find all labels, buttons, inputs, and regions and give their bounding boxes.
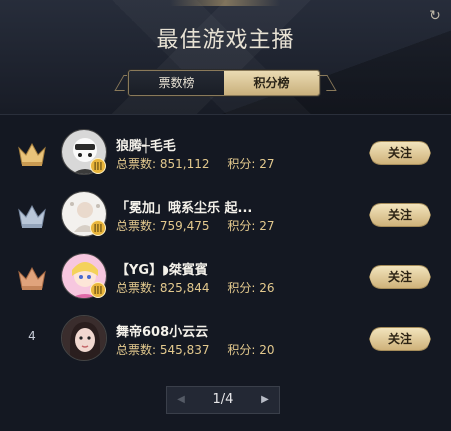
points-value: 26: [259, 281, 275, 295]
live-icon: |||: [90, 282, 106, 298]
header-background: [0, 0, 451, 114]
live-icon: |||: [90, 220, 106, 236]
tab-votes[interactable]: 票数榜: [129, 71, 224, 95]
stats-line: 总票数: 545,837 积分: 20: [116, 341, 274, 358]
points-label: 积分:: [227, 157, 256, 171]
page-title: 最佳游戏主播: [156, 28, 295, 53]
refresh-icon[interactable]: ↻: [427, 8, 443, 24]
ranking-list: ||| 狼腾┽毛毛 总票数: 851,112 积分: 27 关注 ||| 「冕加…: [0, 124, 451, 372]
total-votes-label: 总票数:: [116, 157, 157, 171]
points-value: 27: [259, 219, 275, 233]
live-icon: |||: [90, 158, 106, 174]
stats-line: 总票数: 825,844 积分: 26: [116, 279, 274, 296]
follow-button[interactable]: 关注: [369, 203, 431, 227]
streamer-name[interactable]: 舞帝608小云云: [116, 321, 346, 340]
list-item: ||| 狼腾┽毛毛 总票数: 851,112 积分: 27 关注: [0, 124, 451, 186]
gold-crown-icon: [16, 140, 48, 168]
points-label: 积分:: [227, 219, 256, 233]
total-votes-value: 759,475: [159, 219, 210, 233]
chevron-right-icon[interactable]: ▶: [251, 387, 279, 413]
follow-button[interactable]: 关注: [369, 141, 431, 165]
list-item: ||| 「冕加」哦系尘乐 起... 总票数: 759,475 积分: 27 关注: [0, 186, 451, 248]
total-votes-label: 总票数:: [116, 281, 157, 295]
follow-button[interactable]: 关注: [369, 327, 431, 351]
stats-line: 总票数: 851,112 积分: 27: [116, 155, 274, 172]
list-item: 4 舞帝608小云云 总票数: 545,837 积分: 20 关注: [0, 310, 451, 372]
avatar[interactable]: [61, 315, 107, 361]
page-indicator: 1/4: [212, 392, 234, 407]
pagination: ◀ 1/4 ▶: [166, 386, 280, 414]
points-value: 20: [259, 343, 275, 357]
points-label: 积分:: [227, 343, 256, 357]
chevron-left-icon[interactable]: ◀: [167, 387, 195, 413]
follow-button[interactable]: 关注: [369, 265, 431, 289]
list-item: ||| 【YG】◗桀賓賓 总票数: 825,844 积分: 26 关注: [0, 248, 451, 310]
streamer-name[interactable]: 【YG】◗桀賓賓: [116, 259, 346, 278]
stats-line: 总票数: 759,475 积分: 27: [116, 217, 274, 234]
rank-number: 4: [28, 329, 36, 343]
total-votes-label: 总票数:: [116, 219, 157, 233]
total-votes-value: 851,112: [159, 157, 210, 171]
tab-points[interactable]: 积分榜: [224, 71, 319, 95]
total-votes-label: 总票数:: [116, 343, 157, 357]
silver-crown-icon: [16, 202, 48, 230]
streamer-name[interactable]: 狼腾┽毛毛: [116, 135, 346, 154]
points-label: 积分:: [227, 281, 256, 295]
total-votes-value: 825,844: [159, 281, 210, 295]
header: 最佳游戏主播 ↻ 票数榜 积分榜: [0, 0, 451, 115]
points-value: 27: [259, 157, 275, 171]
tab-bar: 票数榜 积分榜: [128, 70, 320, 96]
total-votes-value: 545,837: [159, 343, 210, 357]
top-ornament: [170, 0, 280, 6]
streamer-name[interactable]: 「冕加」哦系尘乐 起...: [116, 197, 346, 216]
bronze-crown-icon: [16, 264, 48, 292]
